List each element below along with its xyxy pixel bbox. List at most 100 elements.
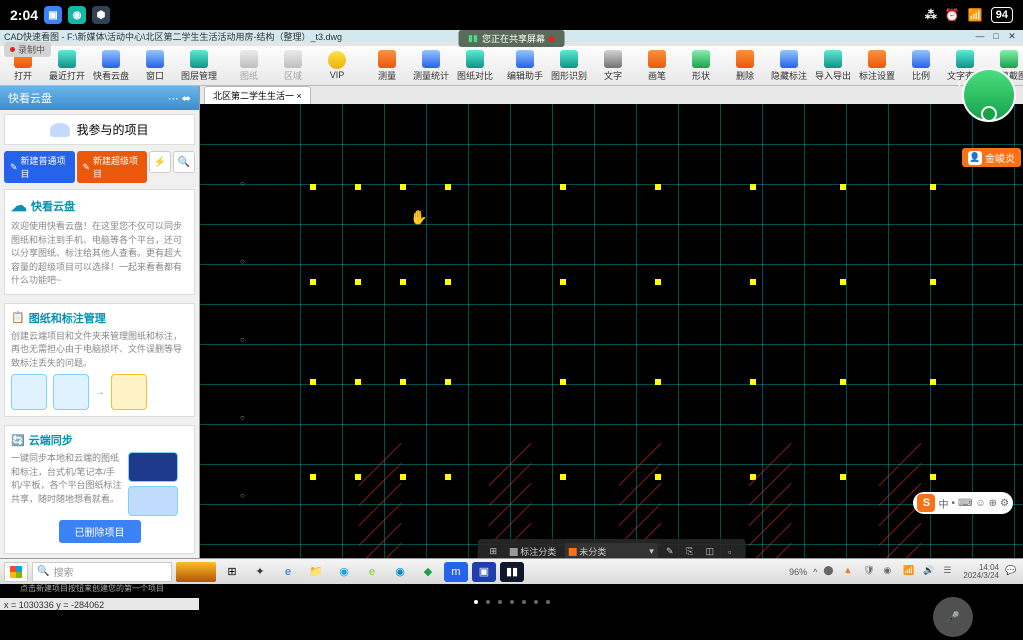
folder-icon[interactable]: 📁: [304, 562, 328, 582]
tray-icon[interactable]: ☰: [943, 565, 957, 579]
tool-annot-settings[interactable]: 标注设置: [858, 48, 896, 84]
windows-taskbar: 🔍 搜索 ⊞ ✦ e 📁 ◉ e ◉ ◆ m ▣ ▮▮ 96% ^ ⬤ ▲ 🛡 …: [0, 558, 1023, 584]
tool-window[interactable]: 窗口: [136, 48, 174, 84]
refresh-button[interactable]: ⚡: [149, 151, 171, 173]
tool-delete[interactable]: 删除: [726, 48, 764, 84]
sogou-icon: S: [917, 494, 935, 512]
cloud-icon: [50, 123, 70, 137]
bg-app-icon[interactable]: ⬢: [92, 6, 110, 24]
tool-text[interactable]: 文字: [594, 48, 632, 84]
tool-drawing[interactable]: 图纸: [230, 48, 268, 84]
bluetooth-icon: ⁂: [925, 8, 937, 22]
browser-icon[interactable]: e: [360, 562, 384, 582]
manage-section-title: 📋图纸和标注管理: [11, 310, 188, 326]
illustration: [128, 452, 178, 482]
rec-dot-icon: [10, 47, 15, 52]
tray-icon[interactable]: ▲: [843, 565, 857, 579]
drawing-viewport[interactable]: 北区第二学生生活一 × ○○○○○○✋ ⊞ 标注分类 未分类▾ ✎ ⎘ ◫ ▫ …: [200, 86, 1023, 584]
minimize-btn[interactable]: —: [973, 31, 987, 41]
tool-layers[interactable]: 图层管理: [180, 48, 218, 84]
document-tab[interactable]: 北区第二学生生活一 ×: [204, 86, 311, 104]
app-icon[interactable]: ◆: [416, 562, 440, 582]
tool-shape-recog[interactable]: 图形识别: [550, 48, 588, 84]
app-icon[interactable]: ▮▮: [500, 562, 524, 582]
illustration: [11, 374, 47, 410]
recording-badge: 录制中: [4, 42, 51, 57]
deleted-projects-button[interactable]: 已删除项目: [59, 520, 141, 543]
new-project-button[interactable]: ✎ 新建普通项目: [4, 151, 75, 183]
illustration: [53, 374, 89, 410]
sync-section-text: 一键同步本地和云端的图纸和标注，台式机/笔记本/手机/平板，各个平台图纸标注共享…: [11, 452, 122, 516]
participant-avatar[interactable]: [962, 68, 1016, 122]
app-icon[interactable]: ▣: [472, 562, 496, 582]
tool-recent[interactable]: 最近打开: [48, 48, 86, 84]
tray-icon[interactable]: ⬤: [823, 565, 837, 579]
alarm-icon: ⏰: [945, 8, 960, 22]
start-button[interactable]: [4, 562, 28, 582]
illustration: [111, 374, 147, 410]
maximize-btn[interactable]: □: [989, 31, 1003, 41]
volume-tray-icon[interactable]: 🔊: [923, 565, 937, 579]
tool-scale[interactable]: 比例: [902, 48, 940, 84]
cloud-panel: 快看云盘 ⋯ ⬌ 我参与的项目 ✎ 新建普通项目 ✎ 新建超级项目 ⚡ 🔍 ☁ …: [0, 86, 200, 584]
tray-up-icon[interactable]: ^: [813, 567, 817, 577]
cloud-section-text: 欢迎使用快看云盘！在这里您不仅可以同步图纸和标注到手机、电脑等各个平台，还可以分…: [11, 220, 188, 288]
mic-active-icon: [981, 106, 997, 122]
battery-pct: 96%: [789, 567, 807, 577]
sync-section-title: 🔄云端同步: [11, 432, 188, 448]
notifications-icon[interactable]: 💬: [1005, 565, 1019, 579]
wifi-tray-icon[interactable]: 📶: [903, 565, 917, 579]
app-window: CAD快速看图 - F:\新媒体\活动中心\北区第二学生生活活动用房-结构（整理…: [0, 30, 1023, 584]
manage-section-text: 创建云端项目和文件夹来管理图纸和标注，再也无需担心由于电脑损坏、文件误删等导致标…: [11, 330, 188, 371]
app-icon[interactable]: m: [444, 562, 468, 582]
page-dots[interactable]: [474, 600, 550, 604]
close-btn[interactable]: ✕: [1005, 31, 1019, 41]
taskbar-search[interactable]: 🔍 搜索: [32, 562, 172, 582]
status-time: 2:04: [10, 7, 38, 23]
window-title: CAD快速看图 - F:\新媒体\活动中心\北区第二学生生活活动用房-结构（整理…: [4, 30, 342, 43]
person-icon: 👤: [968, 151, 982, 165]
tool-brush[interactable]: 画笔: [638, 48, 676, 84]
tray-icon[interactable]: ◉: [883, 565, 897, 579]
tool-shapes[interactable]: 形状: [682, 48, 720, 84]
stop-share-icon[interactable]: [549, 36, 555, 42]
participant-name-badge[interactable]: 👤 金峻炎: [962, 148, 1021, 167]
cad-canvas[interactable]: ○○○○○○✋: [200, 104, 1023, 584]
input-method-badge[interactable]: S 中•⌨☺⊕⚙: [913, 492, 1013, 514]
taskbar-clock[interactable]: 14:04 2024/3/24: [963, 564, 999, 580]
new-super-project-button[interactable]: ✎ 新建超级项目: [77, 151, 148, 183]
tool-cloud[interactable]: 快看云盘: [92, 48, 130, 84]
edge-icon[interactable]: ◉: [332, 562, 356, 582]
tool-edit-helper[interactable]: 编辑助手: [506, 48, 544, 84]
panel-menu-icon[interactable]: ⋯ ⬌: [168, 92, 191, 105]
browser-icon[interactable]: ◉: [388, 562, 412, 582]
participant-avatar-group: ‹ 👤 金峻炎: [962, 68, 1021, 167]
share-icon: ▮▮: [468, 33, 478, 44]
tool-import-export[interactable]: 导入导出: [814, 48, 852, 84]
my-projects-row[interactable]: 我参与的项目: [4, 114, 195, 145]
task-app-icon[interactable]: ✦: [248, 562, 272, 582]
bg-app-icon[interactable]: ◉: [68, 6, 86, 24]
wifi-icon: 📶: [968, 8, 983, 22]
illustration: [128, 486, 178, 516]
tray-icon[interactable]: 🛡: [863, 565, 877, 579]
cloud-section-title: ☁ 快看云盘: [11, 196, 188, 216]
document-tabs: 北区第二学生生活一 ×: [200, 86, 1023, 104]
tool-measure-stats[interactable]: 测量统计: [412, 48, 450, 84]
tool-measure[interactable]: 测量: [368, 48, 406, 84]
bg-app-icon[interactable]: ▣: [44, 6, 62, 24]
tool-compare[interactable]: 图纸对比: [456, 48, 494, 84]
tool-region[interactable]: 区域: [274, 48, 312, 84]
ie-icon[interactable]: e: [276, 562, 300, 582]
share-screen-notice[interactable]: ▮▮ 您正在共享屏幕: [458, 30, 565, 47]
tool-vip[interactable]: VIP: [318, 48, 356, 84]
android-status-bar: 2:04 ▣ ◉ ⬢ ⁂ ⏰ 📶 94: [0, 0, 1023, 30]
task-view-icon[interactable]: ⊞: [220, 562, 244, 582]
ribbon-toolbar: 打开 最近打开 快看云盘 窗口 图层管理 图纸 区域 VIP 测量 测量统计 图…: [0, 46, 1023, 86]
collapse-icon[interactable]: ‹: [957, 76, 961, 90]
tool-hide-annot[interactable]: 隐藏标注: [770, 48, 808, 84]
task-app-icon[interactable]: [176, 562, 216, 582]
mic-toggle-button[interactable]: 🎤: [933, 597, 973, 637]
battery-indicator: 94: [991, 7, 1013, 23]
search-button[interactable]: 🔍: [173, 151, 195, 173]
